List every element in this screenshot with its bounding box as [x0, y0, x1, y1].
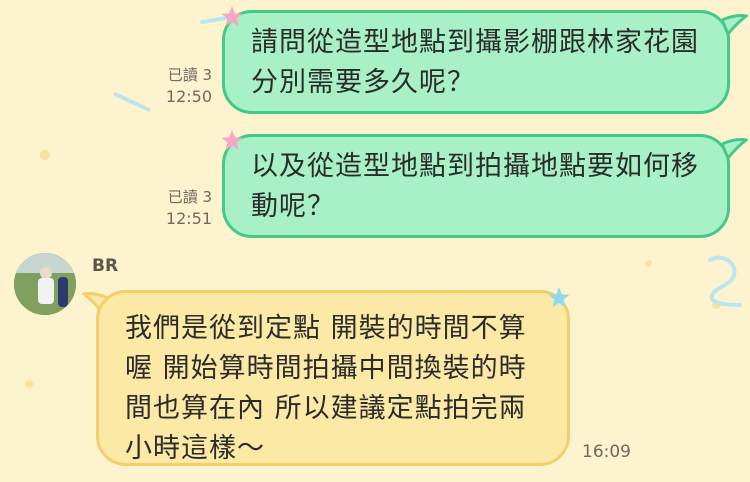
- message-time: 12:51: [165, 209, 212, 228]
- message-bubble-outgoing[interactable]: 以及從造型地點到拍攝地點要如何移動呢？: [222, 134, 730, 238]
- message-bubble-outgoing[interactable]: 請問從造型地點到攝影棚跟林家花園分別需要多久呢？: [222, 10, 730, 114]
- bubble-tail: [722, 14, 748, 36]
- star-icon: [221, 130, 243, 151]
- read-status: 已讀 3: [167, 188, 212, 206]
- message-time: 12:50: [165, 87, 212, 106]
- background-swirl: [708, 255, 742, 307]
- background-dot: [25, 380, 33, 388]
- star-icon: [548, 287, 570, 308]
- message-text: 我們是從到定點 開裝的時間不算喔 開始算時間拍攝中間換裝的時間也算在內 所以建議…: [125, 313, 527, 464]
- message-meta: 已讀 3 12:51: [140, 186, 212, 230]
- star-icon: [221, 6, 243, 27]
- background-dot: [645, 260, 652, 267]
- read-status: 已讀 3: [167, 66, 212, 84]
- message-text: 以及從造型地點到拍攝地點要如何移動呢？: [251, 151, 699, 222]
- message-meta: 已讀 3 12:50: [140, 64, 212, 108]
- avatar[interactable]: [14, 253, 76, 315]
- background-dot: [712, 300, 721, 309]
- message-time: 16:09: [582, 442, 631, 462]
- bubble-tail: [722, 138, 748, 160]
- message-text: 請問從造型地點到攝影棚跟林家花園分別需要多久呢？: [251, 27, 699, 98]
- message-bubble-incoming[interactable]: 我們是從到定點 開裝的時間不算喔 開始算時間拍攝中間換裝的時間也算在內 所以建議…: [96, 290, 570, 466]
- background-dot: [40, 150, 50, 160]
- sender-name: BR: [92, 256, 119, 276]
- avatar-image: [14, 253, 76, 315]
